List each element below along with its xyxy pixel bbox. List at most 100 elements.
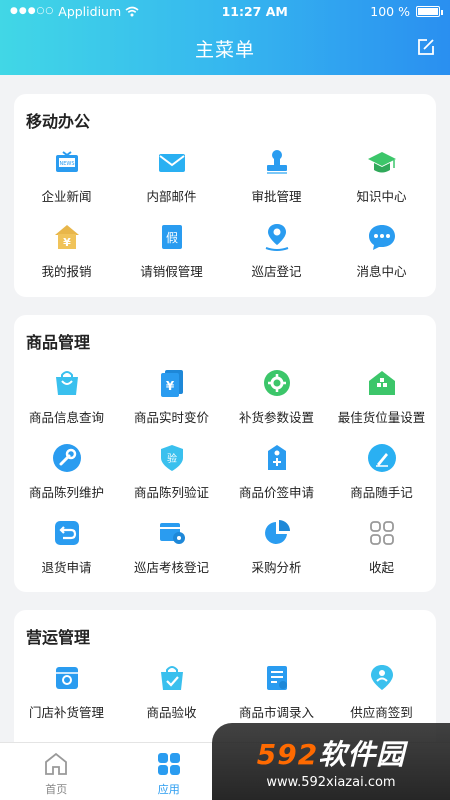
menu-item-label: 供应商签到 bbox=[350, 705, 413, 720]
menu-item-approval[interactable]: 审批管理 bbox=[224, 146, 329, 205]
edit-icon[interactable] bbox=[416, 37, 436, 57]
stamp-icon bbox=[266, 150, 287, 174]
menu-item-label: 采购分析 bbox=[251, 560, 302, 575]
menu-item-label: 商品陈列维护 bbox=[28, 485, 104, 500]
tab-home[interactable]: 首页 bbox=[0, 743, 113, 800]
tab-apps[interactable]: 应用 bbox=[113, 743, 226, 800]
tab-label: 首页 bbox=[45, 783, 68, 796]
shopping-bag-icon bbox=[55, 371, 78, 395]
menu-item-product-acceptance[interactable]: 商品验收 bbox=[119, 662, 224, 721]
menu-item-label: 巡店考核登记 bbox=[133, 560, 209, 575]
battery-icon bbox=[416, 5, 443, 17]
menu-item-collapse[interactable]: 收起 bbox=[329, 517, 434, 576]
restock-box-icon bbox=[55, 667, 78, 689]
menu-item-label: 我的报销 bbox=[41, 264, 92, 279]
supplier-pin-icon bbox=[370, 665, 393, 690]
menu-item-knowledge-center[interactable]: 知识中心 bbox=[329, 146, 434, 205]
menu-item-label: 商品验收 bbox=[146, 705, 197, 720]
menu-item-label: 商品陈列验证 bbox=[133, 485, 209, 500]
carrier-name: Applidium bbox=[58, 3, 122, 19]
section-title: 营运管理 bbox=[26, 628, 91, 647]
menu-item-label: 企业新闻 bbox=[41, 189, 92, 204]
menu-item-label: 收起 bbox=[368, 560, 394, 575]
store-check-icon bbox=[159, 523, 185, 544]
menu-item-company-news[interactable]: NEWS 企业新闻 bbox=[14, 146, 119, 205]
menu-item-label: 商品价签申请 bbox=[238, 485, 314, 500]
watermark-brand: 592软件园 bbox=[257, 733, 405, 773]
leave-icon: 假 bbox=[161, 225, 182, 249]
menu-item-label: 消息中心 bbox=[356, 264, 407, 279]
menu-item-label: 商品信息查询 bbox=[28, 410, 104, 425]
menu-item-label: 审批管理 bbox=[251, 189, 302, 204]
battery-fill bbox=[418, 7, 438, 15]
graduation-cap-icon bbox=[367, 152, 396, 173]
return-icon bbox=[54, 521, 79, 545]
menu-item-label: 商品市调录入 bbox=[238, 705, 314, 720]
survey-doc-icon bbox=[266, 666, 287, 690]
menu-item-price-label-request[interactable]: 商品价签申请 bbox=[224, 442, 329, 501]
price-tag-icon: ¥ bbox=[160, 370, 183, 397]
menu-item-purchase-analysis[interactable]: 采购分析 bbox=[224, 517, 329, 576]
menu-item-label: 知识中心 bbox=[356, 189, 407, 204]
menu-item-my-reimbursement[interactable]: ¥ 我的报销 bbox=[14, 221, 119, 280]
menu-item-label: 门店补货管理 bbox=[28, 705, 104, 720]
menu-item-product-notes[interactable]: 商品随手记 bbox=[329, 442, 434, 501]
yen-house-icon: ¥ bbox=[54, 225, 79, 249]
watermark-brand-text: 软件园 bbox=[318, 738, 406, 771]
svg-text:¥: ¥ bbox=[165, 379, 174, 393]
menu-item-label: 最佳货位量设置 bbox=[337, 410, 426, 425]
location-pin-icon bbox=[265, 224, 288, 251]
menu-item-label: 商品实时变价 bbox=[133, 410, 209, 425]
wifi-icon bbox=[125, 6, 139, 16]
section-mobile-office: 移动办公 NEWS 企业新闻 内部邮件 审批管理 知识中心 ¥ 我的报销 假 请… bbox=[14, 94, 436, 297]
menu-item-market-survey[interactable]: 商品市调录入 bbox=[224, 662, 329, 721]
menu-content[interactable]: 移动办公 NEWS 企业新闻 内部邮件 审批管理 知识中心 ¥ 我的报销 假 请… bbox=[0, 75, 450, 742]
menu-item-store-assessment[interactable]: 巡店考核登记 bbox=[119, 517, 224, 576]
svg-text:¥: ¥ bbox=[63, 236, 71, 249]
menu-item-display-verification[interactable]: 验 商品陈列验证 bbox=[119, 442, 224, 501]
pie-chart-icon bbox=[264, 520, 290, 544]
svg-text:假: 假 bbox=[165, 231, 177, 245]
page-title: 主菜单 bbox=[194, 39, 255, 61]
menu-item-store-visit[interactable]: 巡店登记 bbox=[224, 221, 329, 280]
menu-item-return-request[interactable]: 退货申请 bbox=[14, 517, 119, 576]
menu-item-label: 巡店登记 bbox=[251, 264, 302, 279]
home-icon bbox=[45, 752, 68, 775]
mail-icon bbox=[158, 154, 185, 172]
menu-item-best-slot-setting[interactable]: 最佳货位量设置 bbox=[329, 367, 434, 426]
menu-item-restock-params[interactable]: 补货参数设置 bbox=[224, 367, 329, 426]
status-left: ●●●○○ Applidium bbox=[10, 4, 139, 19]
battery-percent: 100 % bbox=[370, 3, 410, 19]
settings-icon bbox=[263, 370, 290, 396]
chat-bubble-icon bbox=[368, 225, 395, 250]
menu-item-label: 退货申请 bbox=[41, 560, 92, 575]
section-title: 移动办公 bbox=[26, 112, 91, 131]
menu-item-label: 补货参数设置 bbox=[238, 410, 314, 425]
menu-item-message-center[interactable]: 消息中心 bbox=[329, 221, 434, 280]
pen-icon bbox=[367, 444, 396, 472]
menu-item-store-restock[interactable]: 门店补货管理 bbox=[14, 662, 119, 721]
menu-item-label: 请销假管理 bbox=[140, 264, 203, 279]
tab-label: 应用 bbox=[157, 783, 180, 796]
menu-item-label: 内部邮件 bbox=[146, 189, 197, 204]
section-product-management: 商品管理 商品信息查询 ¥ 商品实时变价 补货参数设置 最佳货位量设置 商品陈列… bbox=[14, 315, 436, 592]
acceptance-bag-icon bbox=[160, 666, 183, 690]
status-bar: ●●●○○ Applidium 11:27 AM 100 % bbox=[0, 0, 450, 22]
menu-item-display-maintenance[interactable]: 商品陈列维护 bbox=[14, 442, 119, 501]
shelf-icon bbox=[368, 371, 395, 395]
apps-grid-icon bbox=[157, 753, 180, 775]
menu-item-realtime-price-change[interactable]: ¥ 商品实时变价 bbox=[119, 367, 224, 426]
title-row: 主菜单 bbox=[0, 22, 450, 75]
site-watermark: 592软件园 www.592xiazai.com bbox=[212, 723, 450, 800]
watermark-url: www.592xiazai.com bbox=[266, 775, 396, 790]
news-tv-icon: NEWS bbox=[55, 151, 78, 172]
menu-item-leave-management[interactable]: 假 请销假管理 bbox=[119, 221, 224, 280]
section-title: 商品管理 bbox=[26, 333, 91, 352]
menu-item-supplier-checkin[interactable]: 供应商签到 bbox=[329, 662, 434, 721]
svg-text:NEWS: NEWS bbox=[59, 161, 74, 167]
menu-item-product-info-query[interactable]: 商品信息查询 bbox=[14, 367, 119, 426]
menu-item-internal-mail[interactable]: 内部邮件 bbox=[119, 146, 224, 205]
watermark-brand-number: 592 bbox=[256, 738, 319, 771]
header-bar: ●●●○○ Applidium 11:27 AM 100 % 主菜单 bbox=[0, 0, 450, 75]
status-right: 100 % bbox=[370, 3, 443, 19]
